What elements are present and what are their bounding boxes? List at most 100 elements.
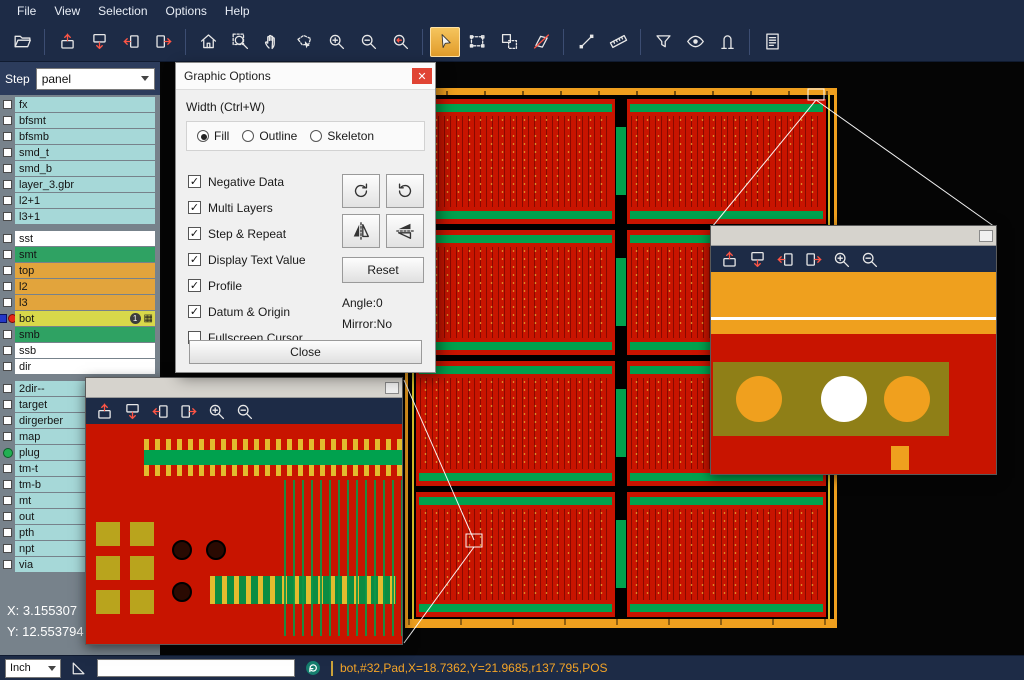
layer-name-cell[interactable]: l2	[15, 279, 155, 294]
magnifier-window-2[interactable]	[710, 225, 997, 475]
layer-name-cell[interactable]: sst	[15, 231, 155, 246]
layer-checkbox[interactable]	[3, 464, 12, 473]
import-top-button[interactable]	[52, 27, 82, 57]
layer-checkbox[interactable]	[3, 196, 12, 205]
import-top-button[interactable]	[716, 247, 742, 271]
import-right-button[interactable]	[175, 399, 201, 423]
zoom-in-button[interactable]	[828, 247, 854, 271]
import-left-button[interactable]	[147, 399, 173, 423]
step-combo[interactable]: panel	[36, 68, 155, 90]
window-button-icon[interactable]	[385, 382, 399, 394]
layer-checkbox[interactable]	[3, 528, 12, 537]
snap-button[interactable]	[712, 27, 742, 57]
zoom-out-button[interactable]	[353, 27, 383, 57]
layer-checkbox[interactable]	[3, 496, 12, 505]
layer-checkbox[interactable]	[3, 512, 12, 521]
magnifier1-titlebar[interactable]	[86, 378, 402, 398]
layer-checkbox[interactable]	[3, 132, 12, 141]
menu-item-selection[interactable]: Selection	[89, 2, 156, 20]
unit-combo[interactable]: Inch	[5, 659, 61, 678]
refresh-icon[interactable]	[302, 657, 324, 679]
layer-checkbox[interactable]	[3, 282, 12, 291]
reset-button[interactable]: Reset	[342, 257, 424, 283]
layer-name-cell[interactable]: bfsmb	[15, 129, 155, 144]
close-button[interactable]: Close	[189, 340, 422, 364]
layer-row-l3+1[interactable]: l3+1	[0, 209, 160, 224]
layer-row-smb[interactable]: smb	[0, 327, 160, 342]
import-left-button[interactable]	[772, 247, 798, 271]
layer-name-cell[interactable]: smt	[15, 247, 155, 262]
checkbox-profile[interactable]: ✓Profile	[188, 278, 306, 293]
layer-name-cell[interactable]: bot1▦	[15, 311, 155, 326]
menu-item-options[interactable]: Options	[157, 2, 216, 20]
close-icon[interactable]: ✕	[412, 68, 432, 84]
layer-checkbox[interactable]	[3, 164, 12, 173]
zoom-in-button[interactable]	[203, 399, 229, 423]
import-bottom-button[interactable]	[84, 27, 114, 57]
layer-checkbox[interactable]	[3, 266, 12, 275]
layer-checkbox[interactable]	[3, 116, 12, 125]
layer-checkbox[interactable]	[3, 250, 12, 259]
layer-row-ssb[interactable]: ssb	[0, 343, 160, 358]
import-left-button[interactable]	[116, 27, 146, 57]
layer-checkbox[interactable]	[3, 560, 12, 569]
radio-skeleton[interactable]: Skeleton	[310, 129, 374, 143]
import-bottom-button[interactable]	[119, 399, 145, 423]
layer-row-bfsmb[interactable]: bfsmb	[0, 129, 160, 144]
layer-checkbox[interactable]	[3, 212, 12, 221]
open-folder-button[interactable]	[7, 27, 37, 57]
home-button[interactable]	[193, 27, 223, 57]
zoom-previous-button[interactable]	[385, 27, 415, 57]
layer-name-cell[interactable]: bfsmt	[15, 113, 155, 128]
zoom-in-button[interactable]	[321, 27, 351, 57]
step-select-button[interactable]	[494, 27, 524, 57]
magnifier-window-1[interactable]	[85, 377, 403, 645]
import-top-button[interactable]	[91, 399, 117, 423]
layer-name-cell[interactable]: smd_t	[15, 145, 155, 160]
layer-checkbox[interactable]	[3, 432, 12, 441]
zoom-out-button[interactable]	[231, 399, 257, 423]
zoom-out-button[interactable]	[856, 247, 882, 271]
layer-row-smd_t[interactable]: smd_t	[0, 145, 160, 160]
mirror-tool-button[interactable]	[526, 27, 556, 57]
ruler-button[interactable]	[603, 27, 633, 57]
rect-select-button[interactable]	[462, 27, 492, 57]
checkbox-display-text-value[interactable]: ✓Display Text Value	[188, 252, 306, 267]
pan-hand-button[interactable]	[257, 27, 287, 57]
rotate-ccw-button[interactable]	[386, 174, 424, 208]
layer-checkbox[interactable]	[3, 330, 12, 339]
layer-row-l2[interactable]: l2	[0, 279, 160, 294]
window-button-icon[interactable]	[979, 230, 993, 242]
layer-row-fx[interactable]: fx	[0, 97, 160, 112]
zoom-area-button[interactable]	[225, 27, 255, 57]
layer-row-sst[interactable]: sst	[0, 231, 160, 246]
layer-name-cell[interactable]: top	[15, 263, 155, 278]
layer-checkbox[interactable]	[3, 180, 12, 189]
layer-checkbox[interactable]	[3, 346, 12, 355]
layer-name-cell[interactable]: l3+1	[15, 209, 155, 224]
line-tool-button[interactable]	[571, 27, 601, 57]
checkbox-datum-origin[interactable]: ✓Datum & Origin	[188, 304, 306, 319]
layer-row-l3[interactable]: l3	[0, 295, 160, 310]
magnifier2-titlebar[interactable]	[711, 226, 996, 246]
radio-outline[interactable]: Outline	[242, 129, 297, 143]
layer-checkbox[interactable]	[3, 416, 12, 425]
layer-row-bfsmt[interactable]: bfsmt	[0, 113, 160, 128]
layer-checkbox[interactable]	[3, 148, 12, 157]
eye-button[interactable]	[680, 27, 710, 57]
command-input[interactable]	[97, 659, 295, 677]
layer-checkbox[interactable]	[3, 544, 12, 553]
layer-row-l2+1[interactable]: l2+1	[0, 193, 160, 208]
layer-checkbox[interactable]	[3, 234, 12, 243]
layer-checkbox[interactable]	[3, 362, 12, 371]
layer-row-top[interactable]: top	[0, 263, 160, 278]
layer-name-cell[interactable]: smd_b	[15, 161, 155, 176]
layer-name-cell[interactable]: l2+1	[15, 193, 155, 208]
layer-name-cell[interactable]: dir	[15, 359, 155, 374]
lasso-select-button[interactable]	[289, 27, 319, 57]
layer-name-cell[interactable]: layer_3.gbr	[15, 177, 155, 192]
rotate-cw-button[interactable]	[342, 174, 380, 208]
layer-checkbox[interactable]	[3, 480, 12, 489]
layer-name-cell[interactable]: l3	[15, 295, 155, 310]
radio-fill[interactable]: Fill	[197, 129, 229, 143]
